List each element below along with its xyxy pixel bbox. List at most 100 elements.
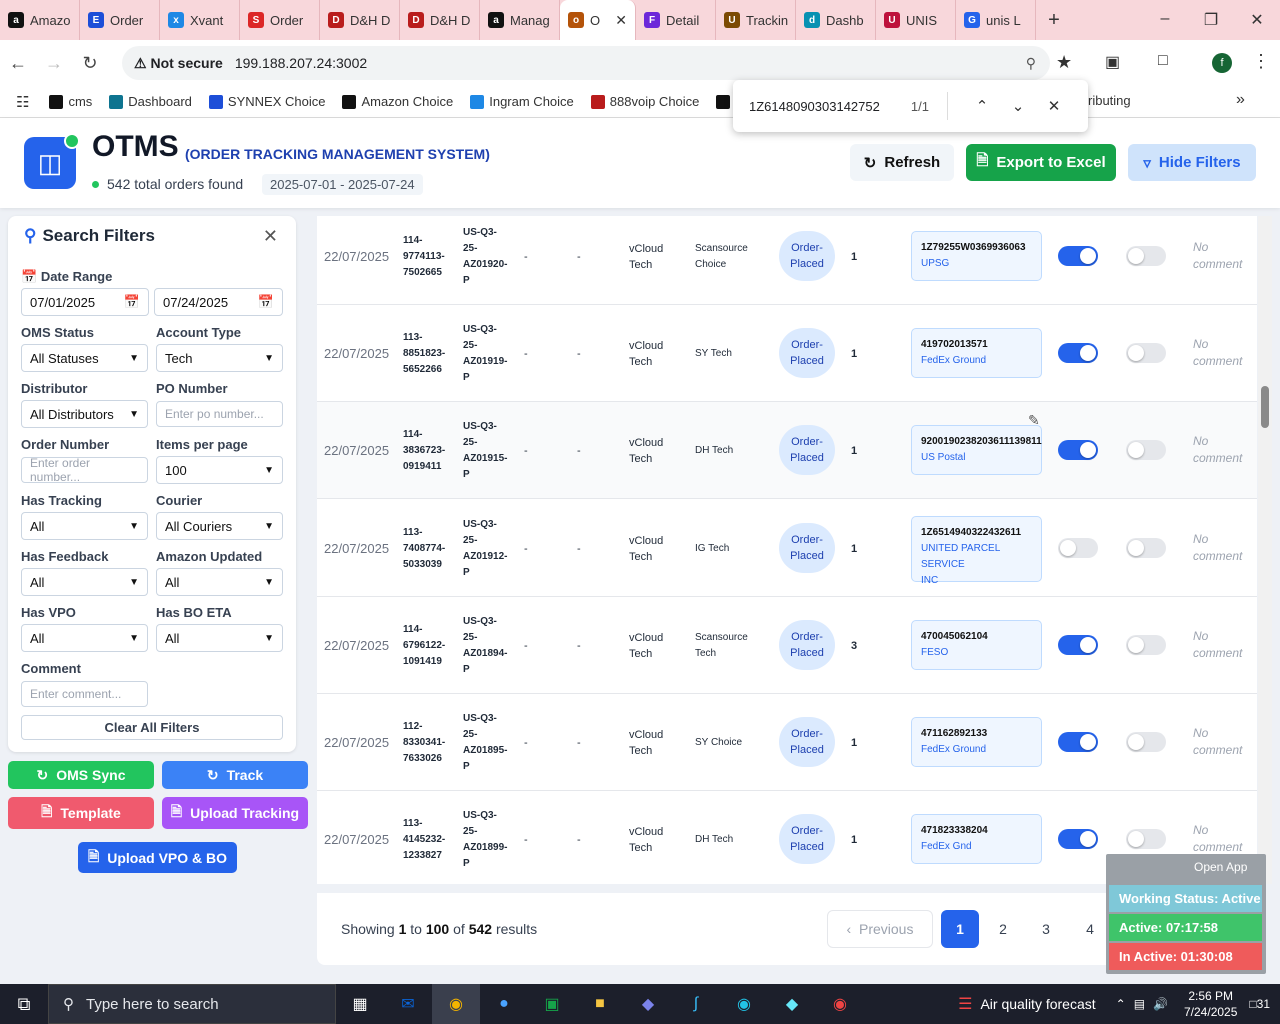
tracking-number[interactable]: 9200190238203611139811 [921,434,1042,450]
browser-tab[interactable]: U UNIS [876,0,956,40]
windows-start-icon[interactable]: ⧉ [0,984,48,1024]
page-3-button[interactable]: 3 [1027,910,1065,948]
comment-text[interactable]: No comment [1193,725,1242,759]
oms-status-select[interactable]: All Statuses ▼ [21,344,148,372]
amazon-updated-toggle[interactable] [1126,829,1166,849]
notification-icon[interactable]: □31 [1249,997,1270,1011]
feedback-toggle[interactable] [1058,635,1098,655]
order-number-input[interactable]: Enter order number... [21,456,148,484]
amazon-updated-toggle[interactable] [1126,538,1166,558]
menu-icon[interactable]: ⋮ [1252,51,1270,72]
tracking-number[interactable]: 471823338204 [921,823,1032,839]
feedback-toggle[interactable] [1058,732,1098,752]
date-from-input[interactable]: 07/01/2025 📅 [21,288,149,316]
excel-icon[interactable]: ▣ [528,984,576,1024]
browser-tab[interactable]: E Order [80,0,160,40]
export-excel-button[interactable]: 🗎 Export to Excel [966,144,1116,181]
task-view-icon[interactable]: ▦ [336,984,384,1024]
zoom-icon[interactable]: ● [480,984,528,1024]
order-number[interactable]: 113- 4145232- 1233827 [403,791,445,884]
close-window-icon[interactable]: ✕ [1234,10,1280,30]
comment-text[interactable]: No comment [1193,433,1242,467]
tab-search-icon[interactable]: □ [1158,52,1168,70]
comment-text[interactable]: No comment [1193,336,1242,370]
find-close-icon[interactable]: ✕ [1036,97,1072,115]
page-4-button[interactable]: 4 [1071,910,1109,948]
comment-text[interactable]: No comment [1193,822,1242,856]
tracking-box[interactable]: 1Z6514940322432611 UNITED PARCEL SERVICE I… [911,516,1042,586]
browser-tab[interactable]: o O ✕ [560,0,636,40]
order-number[interactable]: 112- 8330341- 7633026 [403,694,445,791]
tracking-box[interactable]: 419702013571 FedEx Ground [911,328,1042,378]
tracking-box[interactable]: 471162892133 FedEx Ground [911,717,1042,767]
bookmark-item[interactable]: Dashboard [109,94,192,109]
browser-tab[interactable]: S Order [240,0,320,40]
bookmark-item[interactable]: Ingram Choice [470,94,574,109]
has-bo-eta-select[interactable]: All ▼ [156,624,283,652]
feedback-toggle[interactable] [1058,440,1098,460]
browser-tab[interactable]: x Xvant [160,0,240,40]
find-prev-icon[interactable]: ⌃ [964,97,1000,115]
order-number[interactable]: 113- 7408774- 5033039 [403,500,445,597]
security-indicator[interactable]: ⚠ Not secure [134,55,223,72]
browser-tab[interactable]: F Detail [636,0,716,40]
clear-filters-button[interactable]: Clear All Filters [21,715,283,740]
tab-close-icon[interactable]: ✕ [615,12,627,29]
order-number[interactable]: 114- 3836723- 0919411 [403,402,445,499]
browser-tab[interactable]: a Amazo [0,0,80,40]
previous-button[interactable]: ‹ Previous [827,910,933,948]
order-number[interactable]: 114- 6796122- 1091419 [403,597,445,694]
maximize-icon[interactable]: ❐ [1188,10,1234,30]
courier-select[interactable]: All Couriers ▼ [156,512,283,540]
tracking-number[interactable]: 419702013571 [921,337,1032,353]
amazon-updated-toggle[interactable] [1126,440,1166,460]
weather-text[interactable]: Air quality forecast [980,996,1095,1012]
comment-text[interactable]: No comment [1193,531,1242,565]
tracking-box[interactable]: 471823338204 FedEx Gnd [911,814,1042,864]
chrome-icon[interactable]: ◉ [432,984,480,1024]
amazon-updated-toggle[interactable] [1126,246,1166,266]
browser-tab[interactable]: Gunis L [956,0,1036,40]
feedback-toggle[interactable] [1058,343,1098,363]
find-input[interactable]: 1Z6148090303142752 [749,99,911,114]
calendar-picker-icon[interactable]: 📅 [124,294,140,310]
chrome-icon[interactable]: ◉ [816,984,864,1024]
date-to-input[interactable]: 07/24/2025 📅 [154,288,283,316]
taskbar-clock[interactable]: 2:56 PM 7/24/2025 [1184,988,1237,1020]
order-number[interactable]: 113- 8851823- 5652266 [403,305,445,402]
page-2-button[interactable]: 2 [984,910,1022,948]
amazon-updated-toggle[interactable] [1126,635,1166,655]
reload-icon[interactable]: ↻ [72,53,108,74]
open-app-link[interactable]: Open App [1194,860,1247,874]
taskbar-search[interactable]: ⚲ Type here to search [48,984,336,1024]
feedback-toggle[interactable] [1058,829,1098,849]
calendar-picker-icon[interactable]: 📅 [258,294,274,310]
amazon-updated-toggle[interactable] [1126,343,1166,363]
new-tab-icon[interactable]: + [1036,9,1072,32]
find-next-icon[interactable]: ⌄ [1000,97,1036,115]
browser-tab[interactable]: U Trackin [716,0,796,40]
extensions-icon[interactable]: ▣ [1105,52,1120,72]
omnibox[interactable]: ⚠ Not secure 199.188.207.24:3002 ⚲ [122,46,1050,80]
upload-vpo-bo-button[interactable]: 🗎 Upload VPO & BO [78,842,237,873]
page-1-button[interactable]: 1 [941,910,979,948]
hide-filters-button[interactable]: ▿ Hide Filters [1128,144,1256,181]
star-icon[interactable]: ★ [1056,52,1072,73]
oms-sync-button[interactable]: ↻ OMS Sync [8,761,154,789]
outlook-icon[interactable]: ✉ [384,984,432,1024]
bookmark-item[interactable]: SYNNEX Choice [208,94,325,109]
bookmark-item[interactable]: 888voip Choice [590,94,699,109]
amazon-updated-toggle[interactable] [1126,732,1166,752]
track-button[interactable]: ↻ Track [162,761,308,789]
browser-tab[interactable]: d Dashb [796,0,876,40]
chevron-up-icon[interactable]: ⌃ [1116,997,1126,1011]
upload-tracking-button[interactable]: 🗎 Upload Tracking [162,797,308,829]
tracking-box[interactable]: 9200190238203611139811 US Postal [911,425,1042,475]
tracking-number[interactable]: 471162892133 [921,726,1032,742]
back-icon[interactable]: ← [0,53,36,74]
comment-text[interactable]: No comment [1193,628,1242,662]
minimize-icon[interactable]: – [1142,10,1188,30]
bookmark-item[interactable]: Amazon Choice [342,94,453,109]
feedback-toggle[interactable] [1058,246,1098,266]
browser-tab[interactable]: D D&H D [400,0,480,40]
